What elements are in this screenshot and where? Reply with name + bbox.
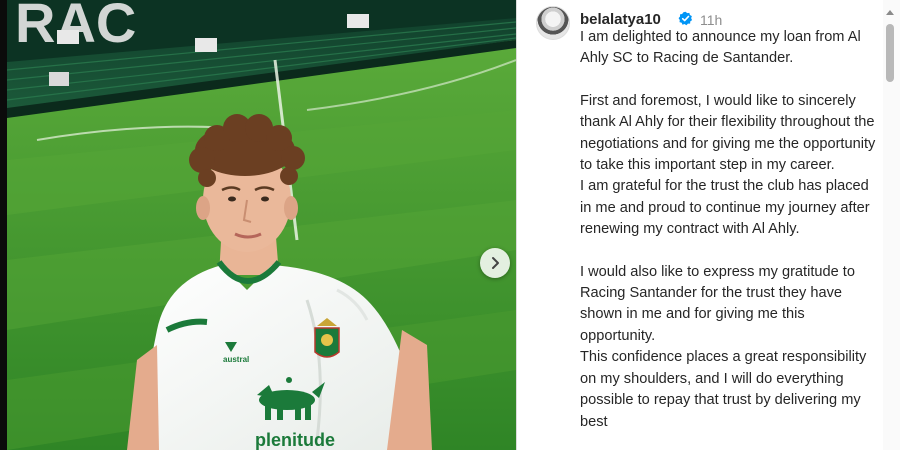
post-timestamp[interactable]: 11h — [700, 12, 722, 28]
chevron-right-icon — [492, 257, 499, 269]
instagram-post: RAC austral plenitude belalatya10 11h I … — [0, 0, 900, 450]
left-edge-strip — [0, 0, 7, 450]
caption-paragraph: I am delighted to announce my loan from … — [580, 29, 861, 67]
sponsor-text: plenitude — [255, 430, 335, 450]
next-media-button[interactable] — [480, 248, 510, 278]
caption-panel: belalatya10 11h I am delighted to announ… — [530, 0, 882, 450]
post-photo: RAC austral plenitude — [7, 0, 516, 450]
post-caption: I am delighted to announce my loan from … — [580, 27, 880, 433]
kit-brand-text: austral — [223, 355, 249, 364]
username-link[interactable]: belalatya10 — [580, 11, 661, 28]
caption-paragraph: First and foremost, I would like to sinc… — [580, 92, 876, 238]
stadium-lettering: RAC — [15, 0, 136, 54]
scroll-up-arrow-icon[interactable] — [886, 10, 894, 15]
avatar[interactable] — [536, 6, 570, 40]
panel-divider — [516, 0, 517, 450]
scrollbar-thumb[interactable] — [886, 24, 894, 82]
caption-paragraph: I would also like to express my gratitud… — [580, 263, 867, 430]
post-media[interactable]: RAC austral plenitude — [7, 0, 516, 450]
